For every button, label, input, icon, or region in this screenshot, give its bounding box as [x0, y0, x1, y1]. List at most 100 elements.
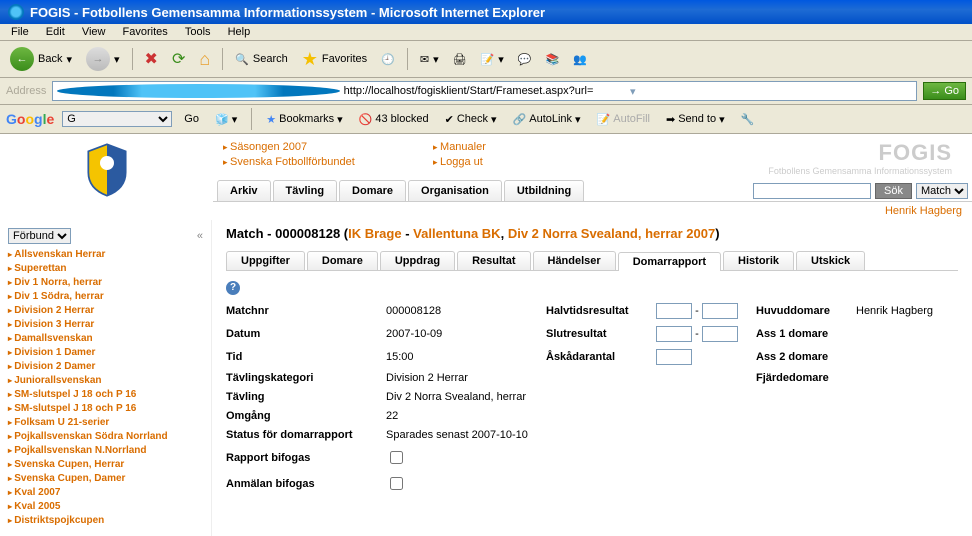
search-icon: 🔍 [235, 53, 249, 66]
favorites-button[interactable]: ★ Favorites [298, 47, 371, 72]
subtab-uppdrag[interactable]: Uppdrag [380, 251, 455, 270]
menu-edit[interactable]: Edit [39, 24, 72, 40]
sidebar-link[interactable]: Division 2 Damer [8, 360, 203, 374]
sidebar-link[interactable]: Juniorallsvenskan [8, 374, 203, 388]
sidebar-link[interactable]: Svenska Cupen, Herrar [8, 458, 203, 472]
team1-link[interactable]: IK Brage [348, 226, 401, 241]
tab-organisation[interactable]: Organisation [408, 180, 502, 201]
star-icon: ★ [266, 113, 276, 126]
league-link[interactable]: Div 2 Norra Svealand, herrar 2007 [508, 226, 715, 241]
ass2-label: Ass 2 domare [756, 351, 856, 363]
address-input[interactable]: http://localhost/fogisklient/Start/Frame… [52, 81, 917, 101]
chevron-down-icon[interactable]: ▾ [630, 85, 912, 98]
subtab-domarrapport[interactable]: Domarrapport [618, 252, 721, 271]
forward-button[interactable]: → ▾ [82, 45, 124, 73]
menu-favorites[interactable]: Favorites [116, 24, 175, 40]
menu-help[interactable]: Help [221, 24, 258, 40]
status-label: Status för domarrapport [226, 429, 386, 441]
subtab-uppgifter[interactable]: Uppgifter [226, 251, 305, 270]
google-search-select[interactable]: G [62, 111, 172, 127]
help-icon[interactable]: ? [226, 281, 240, 295]
blocked-button[interactable]: 🚫 43 blocked [355, 112, 433, 127]
sub-tabs: Uppgifter Domare Uppdrag Resultat Händel… [226, 251, 958, 271]
sidebar-link[interactable]: Pojkallsvenskan Södra Norrland [8, 430, 203, 444]
link-logout[interactable]: Logga ut [433, 155, 643, 170]
search-input[interactable] [753, 183, 871, 199]
search-mode-select[interactable]: Match [916, 183, 968, 199]
sidebar-link[interactable]: Pojkallsvenskan N.Norrland [8, 444, 203, 458]
menu-file[interactable]: File [4, 24, 36, 40]
omgang-label: Omgång [226, 410, 386, 422]
slut-away-input[interactable] [702, 326, 738, 342]
sidebar-link[interactable]: Svenska Cupen, Damer [8, 472, 203, 486]
collapse-icon[interactable]: « [197, 230, 203, 242]
sidebar-link[interactable]: Div 1 Norra, herrar [8, 276, 203, 290]
settings-button[interactable]: 🔧 [737, 112, 759, 127]
sidebar-select[interactable]: Förbund [8, 228, 71, 244]
mail-button[interactable]: ✉▾ [416, 51, 443, 68]
team2-link[interactable]: Vallentuna BK [413, 226, 500, 241]
sidebar-link[interactable]: SM-slutspel J 18 och P 16 [8, 402, 203, 416]
menubar: File Edit View Favorites Tools Help [0, 24, 972, 41]
go-button[interactable]: → Go [923, 82, 966, 100]
home-button[interactable]: ⌂ [195, 47, 214, 72]
sidebar-link[interactable]: Kval 2007 [8, 486, 203, 500]
search-button[interactable]: Sök [875, 183, 912, 199]
autofill-button[interactable]: 📝 AutoFill [593, 112, 654, 127]
tab-arkiv[interactable]: Arkiv [217, 180, 271, 201]
tab-domare[interactable]: Domare [339, 180, 406, 201]
discuss-button[interactable]: 💬 [514, 51, 536, 68]
address-url: http://localhost/fogisklient/Start/Frame… [344, 85, 626, 97]
google-go-button[interactable]: Go [180, 112, 203, 126]
edit-button[interactable]: 📝▾ [477, 51, 508, 68]
sidebar-link[interactable]: Folksam U 21-serier [8, 416, 203, 430]
halvtid-away-input[interactable] [702, 303, 738, 319]
back-button[interactable]: ← Back ▾ [6, 45, 76, 73]
rapport-label: Rapport bifogas [226, 452, 386, 464]
sidebar-link[interactable]: Allsvenskan Herrar [8, 248, 203, 262]
sidebar-link[interactable]: Distriktspojkcupen [8, 514, 203, 528]
window-title: FOGIS - Fotbollens Gemensamma Informatio… [30, 5, 545, 20]
print-button[interactable]: 🖨 [449, 51, 471, 68]
stop-button[interactable]: ✖ [141, 47, 162, 71]
slut-home-input[interactable] [656, 326, 692, 342]
menu-view[interactable]: View [75, 24, 113, 40]
tab-utbildning[interactable]: Utbildning [504, 180, 584, 201]
google-logo: Google [6, 111, 54, 127]
link-manuals[interactable]: Manualer [433, 140, 643, 155]
sidebar-link[interactable]: Damallsvenskan [8, 332, 203, 346]
subtab-historik[interactable]: Historik [723, 251, 794, 270]
autolink-button[interactable]: 🔗 AutoLink ▾ [509, 112, 585, 127]
tab-tavling[interactable]: Tävling [273, 180, 338, 201]
sidebar-link[interactable]: SM-slutspel J 18 och P 16 [8, 388, 203, 402]
link-season[interactable]: Säsongen 2007 [223, 140, 433, 155]
sendto-button[interactable]: ➡ Send to▾ [662, 112, 729, 127]
halvtid-home-input[interactable] [656, 303, 692, 319]
kat-value: Division 2 Herrar [386, 372, 546, 384]
research-button[interactable]: 📚 [542, 51, 564, 68]
menu-tools[interactable]: Tools [178, 24, 218, 40]
history-button[interactable]: 🕘 [377, 51, 399, 68]
sidebar-link[interactable]: Division 1 Damer [8, 346, 203, 360]
subtab-resultat[interactable]: Resultat [457, 251, 530, 270]
titlebar: FOGIS - Fotbollens Gemensamma Informatio… [0, 0, 972, 24]
subtab-domare[interactable]: Domare [307, 251, 378, 270]
sidebar-link[interactable]: Division 2 Herrar [8, 304, 203, 318]
subtab-handelser[interactable]: Händelser [533, 251, 616, 270]
anmalan-checkbox[interactable] [390, 477, 403, 490]
askadar-input[interactable] [656, 349, 692, 365]
addressbar: Address http://localhost/fogisklient/Sta… [0, 78, 972, 105]
search-button[interactable]: 🔍 Search [231, 51, 292, 68]
bookmarks-button[interactable]: ★Bookmarks▾ [262, 112, 346, 127]
sidebar-link[interactable]: Superettan [8, 262, 203, 276]
google-more-button[interactable]: 🧊 ▾ [211, 112, 241, 127]
refresh-button[interactable]: ⟳ [168, 47, 189, 71]
check-button[interactable]: ✔ Check ▾ [441, 112, 501, 127]
sidebar-link[interactable]: Kval 2005 [8, 500, 203, 514]
sidebar-link[interactable]: Division 3 Herrar [8, 318, 203, 332]
messenger-button[interactable]: 👥 [569, 51, 591, 68]
sidebar-link[interactable]: Div 1 Södra, herrar [8, 290, 203, 304]
link-svff[interactable]: Svenska Fotbollförbundet [223, 155, 433, 170]
subtab-utskick[interactable]: Utskick [796, 251, 865, 270]
rapport-checkbox[interactable] [390, 451, 403, 464]
